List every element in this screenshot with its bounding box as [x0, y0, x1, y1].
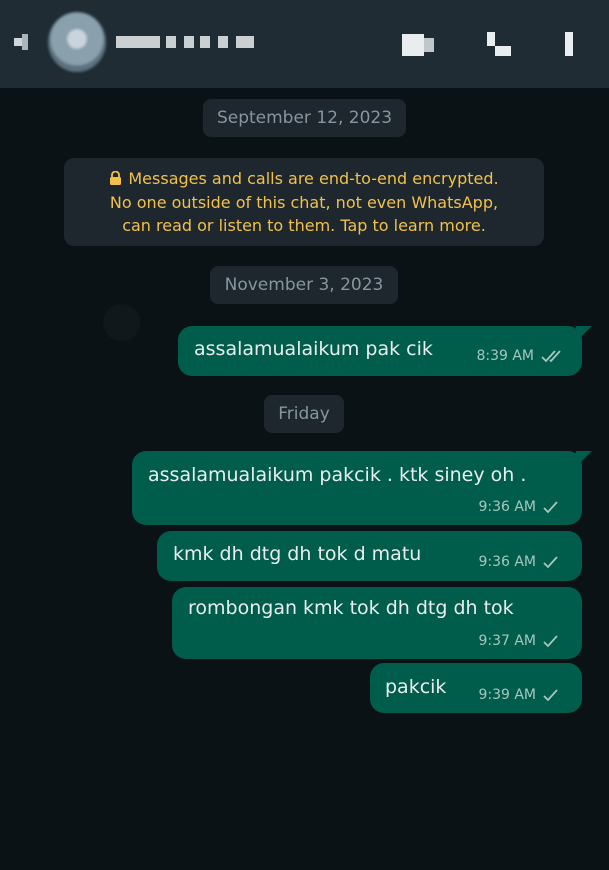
message-meta: 8:39 AM	[476, 348, 568, 364]
message-text: pakcik	[385, 676, 447, 698]
message-meta: 9:36 AM	[478, 499, 560, 515]
date-chip: Friday	[264, 395, 344, 433]
message-meta: 9:36 AM	[478, 554, 560, 570]
message-text: assalamualaikum pak cik	[194, 338, 433, 360]
encryption-line-3: can read or listen to them. Tap to learn…	[122, 216, 486, 235]
check-icon	[542, 554, 560, 570]
double-check-icon	[540, 348, 568, 364]
encryption-line-1: Messages and calls are end-to-end encryp…	[64, 167, 544, 191]
avatar[interactable]	[48, 12, 106, 72]
contact-name-blurred[interactable]	[116, 36, 256, 50]
check-icon	[542, 633, 560, 649]
bubble-tail	[576, 326, 592, 342]
outgoing-message[interactable]: pakcik 9:39 AM	[370, 663, 582, 713]
message-text: kmk dh dtg dh tok d matu	[173, 543, 422, 565]
bubble-tail	[576, 451, 592, 467]
date-chip: September 12, 2023	[203, 99, 406, 137]
outgoing-message[interactable]: assalamualaikum pak cik 8:39 AM	[178, 326, 592, 376]
message-time: 9:36 AM	[478, 499, 536, 515]
message-text: rombongan kmk tok dh dtg dh tok	[188, 597, 514, 619]
lock-icon	[109, 168, 122, 185]
message-time: 9:39 AM	[478, 687, 536, 703]
outgoing-message[interactable]: rombongan kmk tok dh dtg dh tok 9:37 AM	[172, 587, 582, 659]
video-call-icon[interactable]	[400, 30, 440, 58]
check-icon	[542, 499, 560, 515]
arrow-back-icon[interactable]	[12, 28, 36, 56]
outgoing-message[interactable]: assalamualaikum pakcik . ktk siney oh . …	[132, 451, 592, 525]
message-meta: 9:39 AM	[478, 687, 560, 703]
message-meta: 9:37 AM	[478, 633, 560, 649]
message-text: assalamualaikum pakcik . ktk siney oh .	[148, 464, 527, 486]
encryption-line-2: No one outside of this chat, not even Wh…	[109, 192, 499, 212]
check-icon	[542, 687, 560, 703]
message-time: 8:39 AM	[476, 348, 534, 364]
message-time: 9:36 AM	[478, 554, 536, 570]
outgoing-message[interactable]: kmk dh dtg dh tok d matu 9:36 AM	[157, 531, 582, 581]
voice-call-icon[interactable]	[485, 30, 515, 58]
message-time: 9:37 AM	[478, 633, 536, 649]
encryption-notice[interactable]: Messages and calls are end-to-end encryp…	[64, 158, 544, 246]
more-options-icon[interactable]	[560, 30, 578, 58]
date-chip: November 3, 2023	[210, 266, 398, 304]
chat-header	[0, 0, 609, 88]
